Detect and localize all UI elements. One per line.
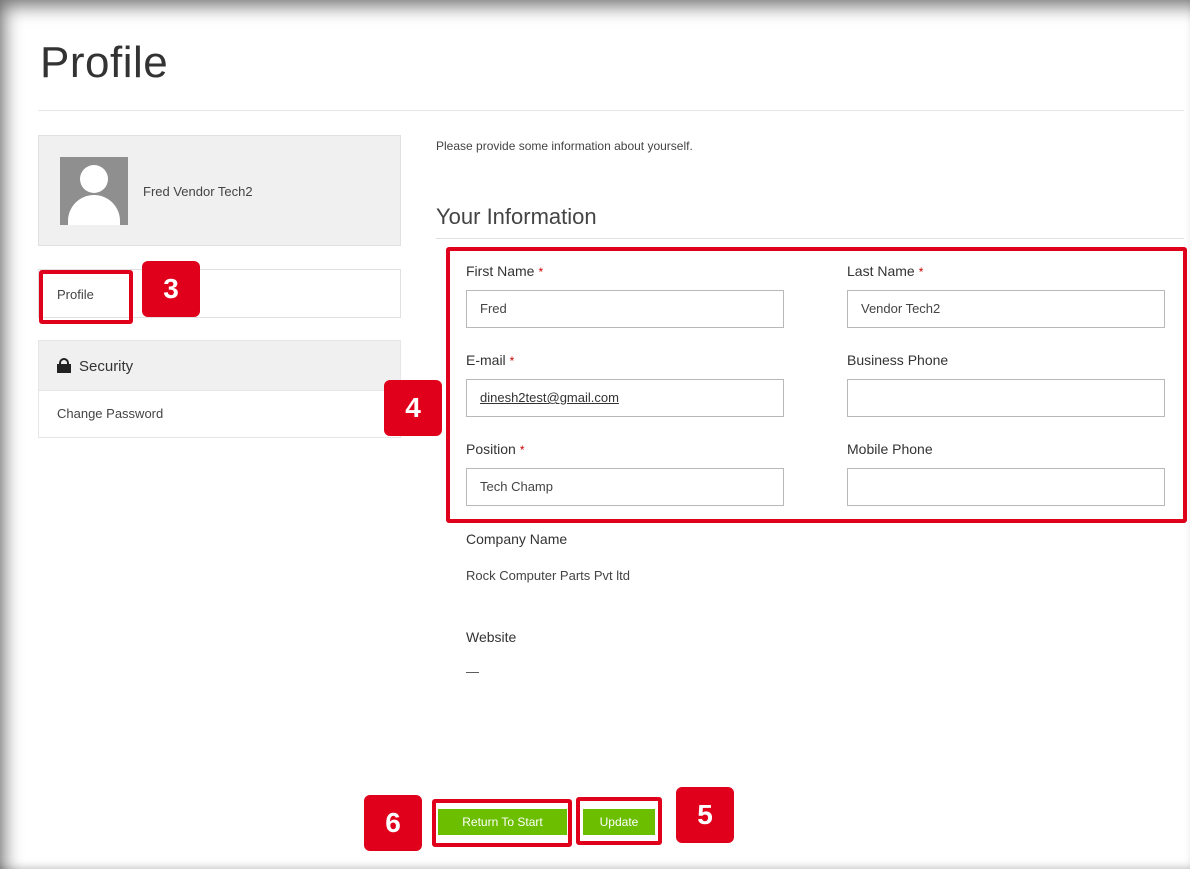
lock-icon: [57, 358, 71, 373]
company-name-label: Company Name: [466, 531, 568, 547]
website-label: Website: [466, 629, 517, 645]
user-card: Fred Vendor Tech2: [38, 135, 401, 246]
page-title: Profile: [40, 38, 169, 87]
annotation-badge-3: 3: [142, 261, 200, 317]
section-divider: [436, 238, 1184, 239]
sidebar-item-change-password-label: Change Password: [57, 406, 164, 421]
sidebar-section-security: Security: [38, 340, 401, 391]
company-name-value: Rock Computer Parts Pvt ltd: [466, 568, 630, 583]
intro-text: Please provide some information about yo…: [436, 139, 693, 153]
annotation-box-return: [432, 799, 572, 847]
sidebar-item-change-password[interactable]: Change Password: [38, 391, 401, 438]
annotation-box-form: [446, 247, 1187, 523]
section-title: Your Information: [436, 204, 597, 229]
website-value: —: [466, 664, 479, 679]
annotation-badge-4: 4: [384, 380, 442, 436]
avatar-icon: [60, 157, 128, 225]
sidebar-section-security-label: Security: [79, 358, 134, 375]
annotation-badge-6: 6: [364, 795, 422, 851]
annotation-box-update: [576, 797, 662, 845]
annotation-box-profile: [39, 270, 133, 324]
annotation-badge-5: 5: [676, 787, 734, 843]
user-display-name: Fred Vendor Tech2: [143, 184, 253, 199]
title-divider: [38, 110, 1184, 111]
